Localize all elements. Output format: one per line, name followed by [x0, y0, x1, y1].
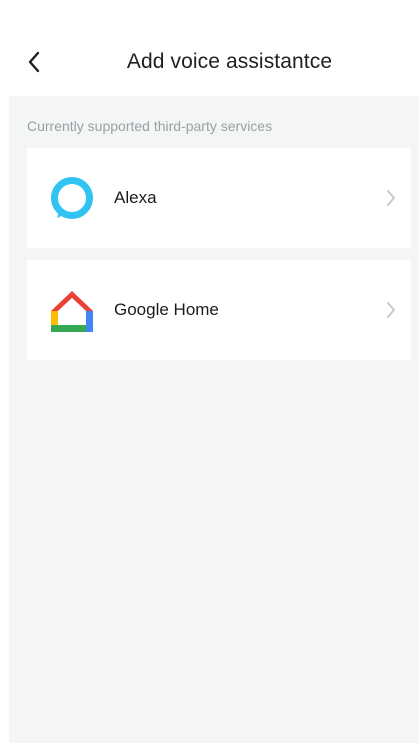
- google-home-icon: [51, 291, 93, 332]
- chevron-right-icon: [387, 190, 395, 206]
- section-label: Currently supported third-party services: [27, 118, 273, 134]
- service-label: Alexa: [114, 188, 157, 207]
- service-item-alexa[interactable]: Alexa: [27, 148, 411, 248]
- service-label: Google Home: [114, 300, 219, 319]
- alexa-icon: [51, 177, 93, 219]
- chevron-left-icon: [28, 51, 40, 73]
- chevron-right-icon: [387, 302, 395, 318]
- top-bar: Add voice assistantce: [0, 0, 419, 96]
- main-content: Currently supported third-party services…: [9, 96, 419, 743]
- service-item-google-home[interactable]: Google Home: [27, 260, 411, 360]
- back-button[interactable]: [18, 44, 50, 80]
- page-title: Add voice assistantce: [126, 50, 333, 73]
